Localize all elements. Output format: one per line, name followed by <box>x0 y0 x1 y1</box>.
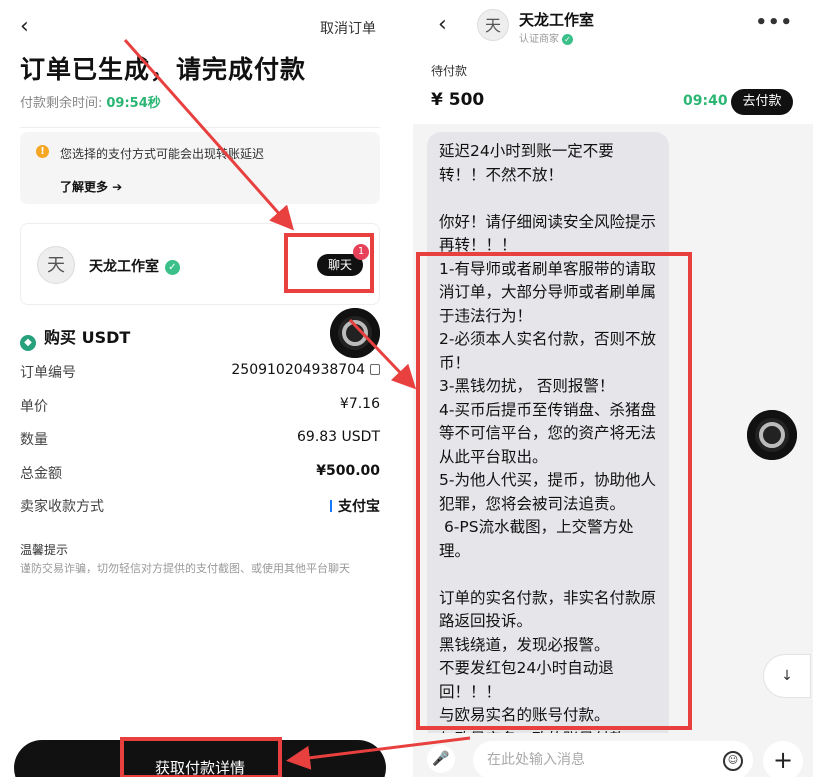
row-value: 支付宝 <box>330 496 380 516</box>
screenshot-root: ‹ 取消订单 订单已生成，请完成付款 付款剩余时间: 09:54秒 ! 您选择的支… <box>0 0 813 777</box>
seller-name-text: 天龙工作室 <box>89 259 159 275</box>
copy-icon[interactable] <box>370 364 380 375</box>
back-icon[interactable]: ‹ <box>20 14 29 39</box>
buy-title: 购买 USDT <box>44 328 131 347</box>
order-status: 待付款 <box>431 64 468 78</box>
tips-text: 谨防交易诈骗，切勿轻信对方提供的支付截图、或使用其他平台聊天 <box>20 562 350 575</box>
tips-title: 温馨提示 <box>20 543 69 557</box>
divider <box>20 127 380 128</box>
order-row-price: 单价 ¥7.16 <box>20 396 380 416</box>
row-label: 单价 <box>20 399 48 415</box>
payment-timer: 付款剩余时间: 09:54秒 <box>20 92 161 111</box>
row-label: 数量 <box>20 432 48 448</box>
order-amount: ¥ 500 <box>431 90 485 110</box>
merchant-subtitle: 认证商家 ✓ <box>519 30 573 45</box>
verified-icon: ✓ <box>562 33 573 45</box>
cancel-order-button[interactable]: 取消订单 <box>320 18 376 38</box>
seller-name: 天龙工作室 ✓ <box>89 256 180 276</box>
order-summary-bar: 待付款 ¥ 500 09:40 去付款 <box>413 52 813 124</box>
row-value: ¥500.00 <box>316 463 380 479</box>
seller-avatar: 天 <box>37 246 75 284</box>
order-row-payment-method: 卖家收款方式 支付宝 <box>20 496 380 516</box>
order-row-total: 总金额 ¥500.00 <box>20 463 380 483</box>
timer-value: 09:54秒 <box>106 96 161 111</box>
back-icon[interactable]: ‹ <box>438 12 447 37</box>
highlight-message <box>416 252 692 730</box>
verified-merchant-label: 认证商家 <box>519 34 559 45</box>
usdt-icon: ◆ <box>20 335 36 351</box>
delay-notice: ! 您选择的支付方式可能会出现转账延迟 了解更多 ➔ <box>20 132 380 204</box>
row-value: 69.83 USDT <box>297 429 380 445</box>
go-pay-button[interactable]: 去付款 <box>731 89 793 115</box>
highlight-pay-button <box>120 737 282 777</box>
learn-more-link[interactable]: 了解更多 ➔ <box>60 178 122 195</box>
payment-method: 支付宝 <box>338 499 380 515</box>
timer-label: 付款剩余时间: <box>20 96 103 111</box>
warning-icon: ! <box>36 145 49 158</box>
order-row-id: 订单编号 250910204938704 <box>20 362 380 382</box>
floating-assist-icon[interactable] <box>330 308 380 358</box>
row-value: ¥7.16 <box>339 396 380 412</box>
emoji-icon[interactable]: ☺ <box>723 751 743 771</box>
row-label: 卖家收款方式 <box>20 499 104 515</box>
row-value[interactable]: 250910204938704 <box>231 362 380 378</box>
highlight-chat-button <box>284 233 374 293</box>
message-input-bar: 🎤 在此处输入消息 ☺ + <box>413 733 813 777</box>
merchant-avatar: 天 <box>477 9 509 41</box>
row-label: 订单编号 <box>20 365 76 381</box>
more-icon[interactable]: ••• <box>755 12 793 33</box>
row-label: 总金额 <box>20 466 62 482</box>
chat-header: ‹ 天 天龙工作室 认证商家 ✓ ••• <box>413 0 813 52</box>
floating-assist-icon[interactable] <box>747 410 797 460</box>
buy-usdt-heading: ◆ 购买 USDT <box>20 324 130 351</box>
notice-text: 您选择的支付方式可能会出现转账延迟 <box>60 147 265 161</box>
order-number: 250910204938704 <box>231 362 365 378</box>
alipay-marker <box>330 500 332 512</box>
order-page: ‹ 取消订单 订单已生成，请完成付款 付款剩余时间: 09:54秒 ! 您选择的支… <box>0 0 400 777</box>
countdown-timer: 09:40 <box>683 93 728 109</box>
page-title: 订单已生成，请完成付款 <box>20 55 307 84</box>
message-input[interactable]: 在此处输入消息 <box>473 741 753 777</box>
merchant-name: 天龙工作室 <box>519 11 595 29</box>
voice-icon[interactable]: 🎤 <box>427 745 455 773</box>
plus-icon[interactable]: + <box>763 741 803 777</box>
scroll-down-icon[interactable]: ↓ <box>763 654 811 698</box>
order-row-quantity: 数量 69.83 USDT <box>20 429 380 449</box>
verified-icon: ✓ <box>165 259 180 275</box>
